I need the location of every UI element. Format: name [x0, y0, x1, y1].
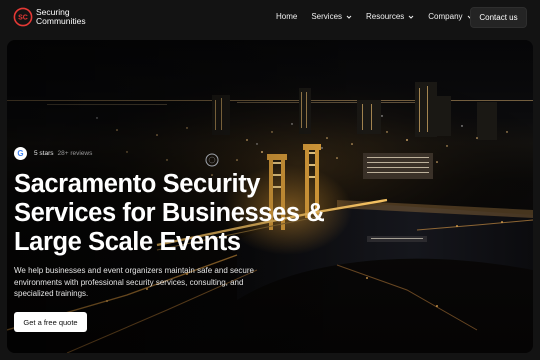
svg-text:SC: SC — [18, 15, 28, 22]
logo-text: Securing Communities — [36, 8, 86, 26]
headline-line-2: Services for Businesses & — [14, 199, 325, 227]
nav-item-label: Company — [428, 12, 463, 21]
logo[interactable]: SC Securing Communities — [13, 7, 86, 27]
headline-line-1: Sacramento Security — [14, 170, 261, 198]
chevron-down-icon — [346, 15, 352, 19]
logo-line-2: Communities — [36, 16, 86, 26]
nav-item-company[interactable]: Company — [428, 12, 472, 21]
nav-item-resources[interactable]: Resources — [366, 12, 414, 21]
headline-line-3: Large Scale Events — [14, 228, 241, 256]
reviews-badge: G 5 stars 28+ reviews — [14, 147, 92, 160]
hero-headline: Sacramento Security Services for Busines… — [14, 170, 334, 257]
google-g-icon: G — [14, 147, 27, 160]
nav-item-label: Services — [311, 12, 343, 21]
nav-item-label: Resources — [366, 12, 405, 21]
reviews-count: 28+ reviews — [57, 150, 93, 157]
get-free-quote-button[interactable]: Get a free quote — [14, 312, 87, 332]
hero-description: We help businesses and event organizers … — [14, 266, 254, 298]
stars-label: 5 stars — [34, 150, 54, 157]
top-navbar: SC Securing Communities Home Services Re… — [0, 0, 540, 36]
chevron-down-icon — [408, 15, 414, 19]
nav-item-label: Home — [276, 12, 298, 21]
nav-links: Home Services Resources Company — [276, 12, 473, 21]
hero-section: G 5 stars 28+ reviews Sacramento Securit… — [7, 40, 533, 353]
nav-item-home[interactable]: Home — [276, 12, 297, 21]
securing-communities-logo-icon: SC — [13, 7, 33, 27]
nav-item-services[interactable]: Services — [311, 12, 352, 21]
contact-us-button[interactable]: Contact us — [470, 7, 527, 28]
